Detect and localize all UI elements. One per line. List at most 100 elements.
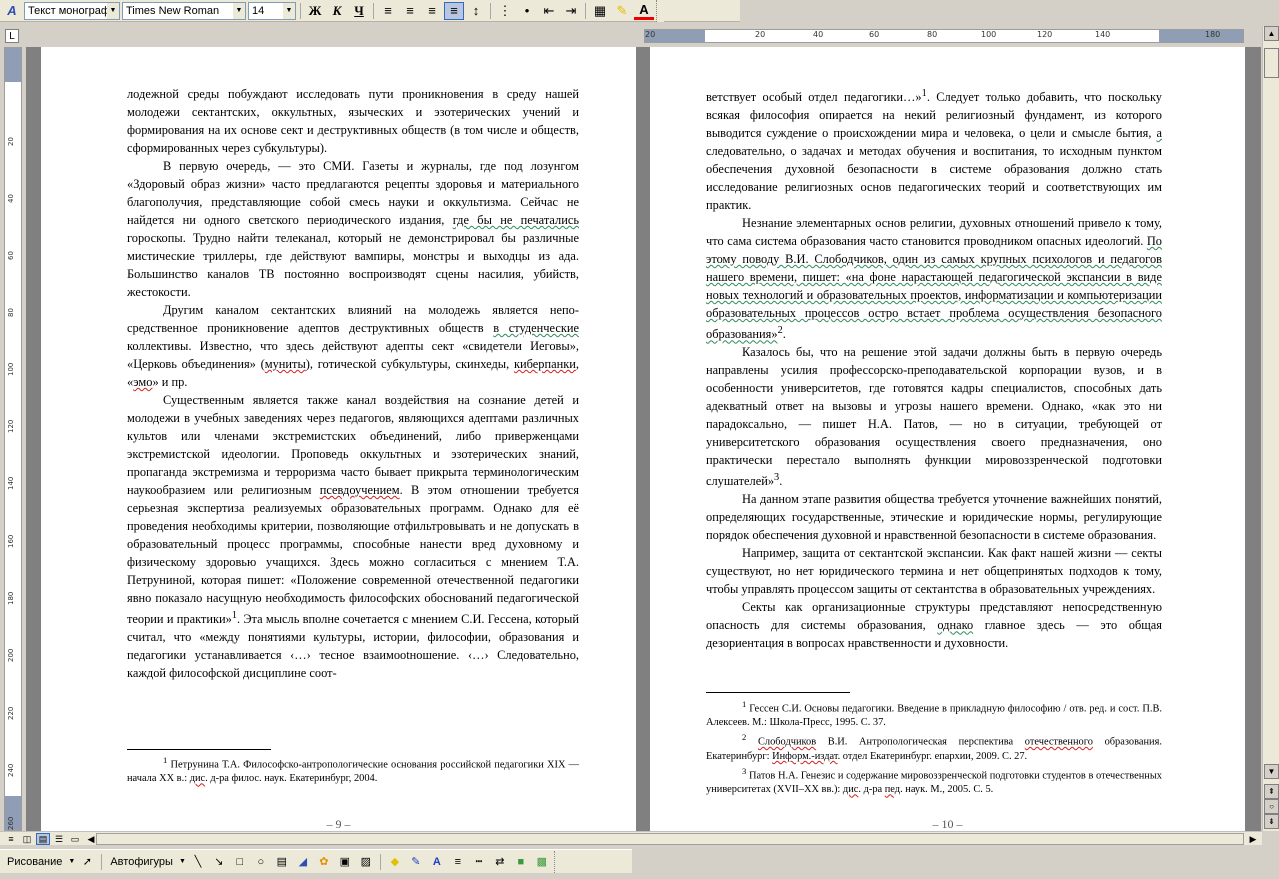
chevron-down-icon[interactable]: ▼ xyxy=(283,2,295,19)
scroll-down-icon[interactable]: ▼ xyxy=(1264,764,1279,779)
horizontal-scrollbar[interactable]: ≡ ◫ ▤ ☰ ▭ ◀ ▶ xyxy=(0,831,1262,845)
web-view-icon[interactable]: ◫ xyxy=(20,833,34,845)
grammar-flag: где бы не печатались xyxy=(452,213,579,227)
arrow-icon[interactable]: ↘ xyxy=(210,853,228,871)
page-9[interactable]: лодежной среды побуждают исследовать пут… xyxy=(41,47,636,831)
align-right-icon[interactable]: ≡ xyxy=(422,2,442,20)
rectangle-icon[interactable]: □ xyxy=(231,853,249,871)
chevron-down-icon[interactable]: ▼ xyxy=(68,858,75,865)
font-value: Times New Roman xyxy=(126,4,220,17)
spelling-flag: отечественного xyxy=(1024,736,1093,748)
numbered-list-icon[interactable]: ⋮ xyxy=(495,2,515,20)
justify-icon[interactable]: ≡ xyxy=(444,1,464,20)
hscroll-thumb[interactable] xyxy=(96,833,1244,845)
align-left-icon[interactable]: ≡ xyxy=(378,2,398,20)
font-combo[interactable]: Times New Roman ▼ xyxy=(122,1,246,20)
text-run: следовательно, о задачах и методах обуче… xyxy=(706,144,1162,213)
drawing-menu[interactable]: Рисование xyxy=(4,856,65,868)
page-number: – 9 – xyxy=(326,817,351,831)
vruler-tick: 240 xyxy=(7,763,15,777)
separator xyxy=(379,853,381,870)
scroll-up-icon[interactable]: ▲ xyxy=(1264,26,1279,41)
spelling-flag: дис xyxy=(189,773,206,785)
borders-icon[interactable]: ▦ xyxy=(590,2,610,20)
ruler-tick: 20 xyxy=(645,30,656,39)
text-run: Незнание элементарных основ религии, дух… xyxy=(706,216,1162,249)
spelling-flag: муниты xyxy=(264,357,306,371)
paragraph: Другим каналом сектантских влияний на мо… xyxy=(127,301,579,391)
autoshapes-menu[interactable]: Автофигуры xyxy=(107,856,176,868)
highlight-icon[interactable]: ✎ xyxy=(612,2,632,20)
text-run: . xyxy=(779,474,783,489)
chevron-down-icon[interactable]: ▼ xyxy=(179,858,186,865)
toolbar-grip[interactable] xyxy=(553,850,562,873)
paragraph: Секты как организационные структуры пред… xyxy=(706,598,1162,652)
scroll-thumb[interactable] xyxy=(1264,48,1279,78)
font-color-icon[interactable]: A xyxy=(428,853,446,871)
separator xyxy=(373,2,374,19)
tab-selector[interactable]: L xyxy=(5,29,19,43)
chevron-down-icon[interactable]: ▼ xyxy=(233,2,245,19)
3d-icon[interactable]: ▩ xyxy=(533,853,551,871)
footnote-text: 1 Петрунина Т.А. Философско-антропологич… xyxy=(127,753,579,786)
vruler-tick: 160 xyxy=(7,534,15,548)
document-area[interactable]: лодежной среды побуждают исследовать пут… xyxy=(26,47,1261,831)
next-page-icon[interactable]: ⇟ xyxy=(1264,814,1279,829)
styles-icon[interactable]: A xyxy=(2,2,22,20)
shadow-icon[interactable]: ■ xyxy=(512,853,530,871)
normal-view-icon[interactable]: ≡ xyxy=(4,833,18,845)
line-icon[interactable]: ╲ xyxy=(189,853,207,871)
size-combo[interactable]: 14 ▼ xyxy=(248,1,296,20)
grammar-flag: однако xyxy=(937,618,974,633)
vruler-tick: 40 xyxy=(7,194,15,203)
line-style-icon[interactable]: ≡ xyxy=(449,853,467,871)
wordart-icon[interactable]: ◢ xyxy=(294,853,312,871)
decrease-indent-icon[interactable]: ⇤ xyxy=(539,2,559,20)
vertical-ruler[interactable]: 20 40 60 80 100 120 140 160 180 200 220 … xyxy=(4,47,22,831)
ruler-tick: 120 xyxy=(1037,30,1053,39)
chevron-down-icon[interactable]: ▼ xyxy=(107,2,119,19)
diagram-icon[interactable]: ✿ xyxy=(315,853,333,871)
vertical-scrollbar[interactable]: ▲ ▼ ⇞ ○ ⇟ xyxy=(1262,26,1279,831)
separator xyxy=(490,2,491,19)
line-spacing-icon[interactable]: ↕ xyxy=(466,2,486,20)
text-run: . д-ра филос. наук. Екатеринбург, 2004. xyxy=(205,773,378,785)
text-run: лодежной среды побуждают исследовать пут… xyxy=(127,87,579,155)
print-view-icon[interactable]: ▤ xyxy=(36,833,50,845)
toolbar-grip[interactable] xyxy=(656,0,664,22)
dash-style-icon[interactable]: ┅ xyxy=(470,853,488,871)
oval-icon[interactable]: ○ xyxy=(252,853,270,871)
bold-button[interactable]: Ж xyxy=(305,2,325,20)
font-color-button[interactable]: A xyxy=(634,2,654,20)
underline-button[interactable]: Ч xyxy=(349,2,369,20)
italic-button[interactable]: К xyxy=(327,2,347,20)
page-10[interactable]: ветствует особый отдел педагогики…»1. Сл… xyxy=(650,47,1245,831)
vruler-top-margin xyxy=(5,48,21,82)
scroll-right-icon[interactable]: ▶ xyxy=(1246,833,1260,845)
footnote: 1 Петрунина Т.А. Философско-антропологич… xyxy=(127,753,579,786)
ruler-tick: 100 xyxy=(981,30,997,39)
prev-page-icon[interactable]: ⇞ xyxy=(1264,784,1279,799)
horizontal-ruler[interactable]: 20 20 40 60 80 100 120 140 180 xyxy=(644,29,1244,43)
browse-object-icon[interactable]: ○ xyxy=(1264,799,1279,814)
arrow-style-icon[interactable]: ⇄ xyxy=(491,853,509,871)
style-combo[interactable]: Текст монограф ▼ xyxy=(24,1,120,20)
outline-view-icon[interactable]: ☰ xyxy=(52,833,66,845)
line-color-icon[interactable]: ✎ xyxy=(407,853,425,871)
align-center-icon[interactable]: ≡ xyxy=(400,2,420,20)
reading-view-icon[interactable]: ▭ xyxy=(68,833,82,845)
textbox-icon[interactable]: ▤ xyxy=(273,853,291,871)
picture-icon[interactable]: ▨ xyxy=(357,853,375,871)
footnote-text: 3 Патов Н.А. Генезис и содержание мирово… xyxy=(706,764,1162,797)
ruler-bar: L 20 20 40 60 80 100 120 140 180 xyxy=(0,26,1279,46)
select-objects-icon[interactable]: ➚ xyxy=(78,853,96,871)
footnote-separator xyxy=(706,692,850,693)
text-run: . наук. М., 2005. С. 5. xyxy=(900,784,994,796)
style-value: Текст монограф xyxy=(28,4,110,17)
fill-color-icon[interactable]: ◆ xyxy=(386,853,404,871)
bulleted-list-icon[interactable]: • xyxy=(517,2,537,20)
spelling-flag: пед xyxy=(884,784,901,796)
increase-indent-icon[interactable]: ⇥ xyxy=(561,2,581,20)
clipart-icon[interactable]: ▣ xyxy=(336,853,354,871)
word-window: A Текст монограф ▼ Times New Roman ▼ 14 … xyxy=(0,0,1279,879)
